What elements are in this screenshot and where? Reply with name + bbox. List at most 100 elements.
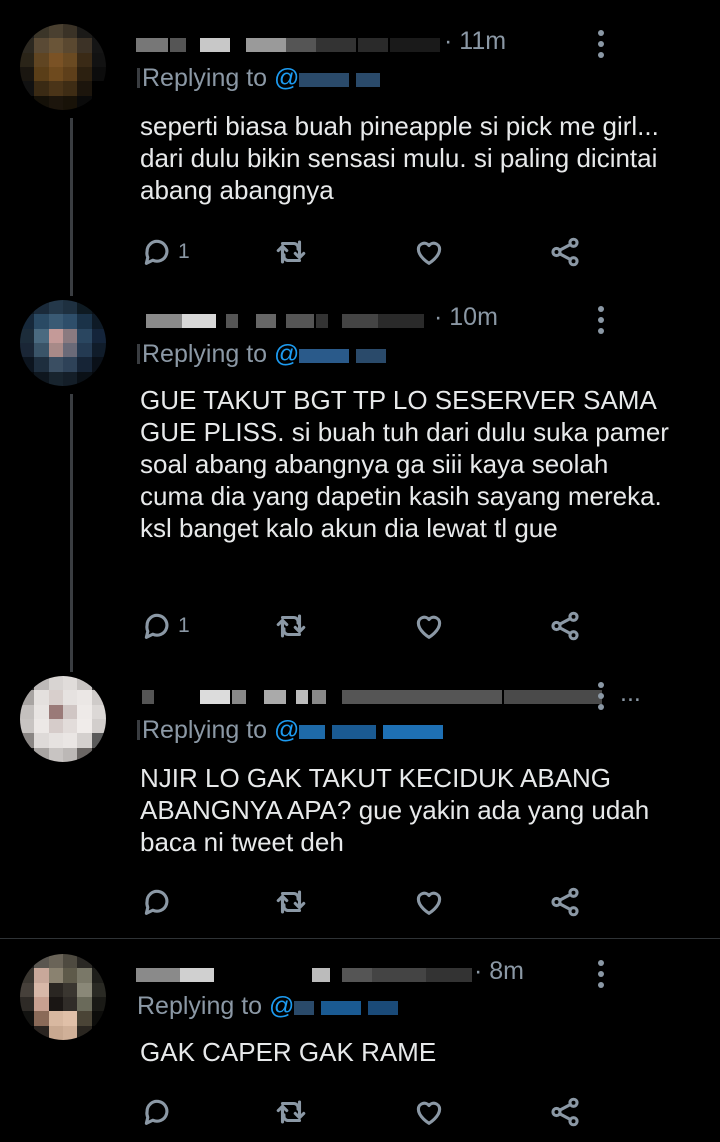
avatar-pixel bbox=[34, 314, 49, 329]
thread-line bbox=[137, 344, 140, 364]
censored-mention bbox=[332, 725, 377, 739]
censored-username bbox=[180, 968, 214, 982]
avatar-pixel bbox=[62, 1011, 78, 1026]
mention-link[interactable]: @ bbox=[274, 716, 444, 744]
more-icon[interactable] bbox=[586, 960, 616, 996]
reply-icon bbox=[144, 889, 169, 915]
avatar-pixel bbox=[77, 52, 92, 67]
avatar-pixel bbox=[62, 300, 78, 315]
avatar-pixel bbox=[62, 52, 78, 67]
avatar-pixel bbox=[91, 733, 106, 748]
mention-link[interactable]: @ bbox=[269, 992, 399, 1020]
avatar-pixel bbox=[20, 968, 35, 983]
timestamp[interactable]: · 11m bbox=[444, 27, 506, 56]
tweet-1[interactable]: · 11m Replying to @ seperti biasa buah p… bbox=[0, 24, 720, 294]
avatar-pixel bbox=[77, 718, 92, 734]
timestamp[interactable]: · 8m bbox=[474, 957, 524, 986]
censored-mention bbox=[299, 349, 350, 363]
avatar-pixel bbox=[77, 371, 92, 386]
replying-to: Replying to @ bbox=[137, 340, 387, 369]
avatar[interactable] bbox=[20, 676, 106, 762]
avatar-pixel bbox=[62, 342, 78, 358]
avatar-pixel bbox=[62, 954, 78, 969]
avatar-pixel bbox=[91, 81, 106, 96]
tweet-2[interactable]: · 10m Replying to @ GUE TAKUT BGT TP LO … bbox=[0, 270, 720, 670]
more-icon[interactable] bbox=[586, 306, 616, 342]
tweet-3[interactable]: ... Replying to @ NJIR LO GAK TAKUT KECI… bbox=[0, 646, 720, 926]
avatar-pixel bbox=[77, 704, 92, 719]
avatar-pixel bbox=[20, 676, 35, 691]
avatar-pixel bbox=[62, 718, 78, 734]
retweet-button[interactable] bbox=[274, 606, 308, 646]
retweet-button[interactable] bbox=[274, 232, 308, 272]
mention-link[interactable]: @ bbox=[274, 64, 381, 92]
retweet-button[interactable] bbox=[274, 882, 308, 922]
avatar-pixel bbox=[91, 1025, 106, 1040]
thread-line bbox=[137, 68, 140, 88]
avatar-pixel bbox=[91, 95, 106, 110]
replying-to: Replying to @ bbox=[137, 992, 399, 1021]
like-icon bbox=[416, 1101, 442, 1125]
avatar-pixel bbox=[62, 38, 78, 53]
avatar-pixel bbox=[91, 66, 106, 82]
retweet-icon bbox=[276, 240, 306, 264]
reply-button[interactable]: 1 bbox=[140, 606, 190, 646]
retweet-button[interactable] bbox=[274, 1092, 308, 1132]
like-button[interactable] bbox=[412, 606, 446, 646]
more-icon[interactable] bbox=[586, 30, 616, 66]
thread-line bbox=[70, 118, 73, 294]
reply-button[interactable]: 1 bbox=[140, 232, 190, 272]
more-icon[interactable] bbox=[586, 682, 616, 718]
avatar-pixel bbox=[77, 733, 92, 748]
censored-mention bbox=[294, 1001, 315, 1015]
share-button[interactable] bbox=[548, 1092, 582, 1132]
replying-to-label: Replying to bbox=[142, 64, 268, 92]
avatar-pixel bbox=[62, 982, 78, 997]
avatar-pixel bbox=[62, 314, 78, 329]
avatar-pixel bbox=[62, 66, 78, 82]
share-button[interactable] bbox=[548, 606, 582, 646]
avatar-pixel bbox=[20, 733, 35, 748]
share-button[interactable] bbox=[548, 882, 582, 922]
avatar-pixel bbox=[91, 1011, 106, 1026]
censored-handle bbox=[316, 38, 356, 52]
avatar-pixel bbox=[62, 676, 78, 691]
censored-username bbox=[200, 38, 230, 52]
like-button[interactable] bbox=[412, 882, 446, 922]
avatar-pixel bbox=[20, 747, 35, 762]
avatar-pixel bbox=[34, 747, 49, 762]
avatar[interactable] bbox=[20, 954, 106, 1040]
mention-link[interactable]: @ bbox=[274, 340, 387, 368]
avatar-pixel bbox=[20, 314, 35, 329]
censored-mention bbox=[299, 725, 326, 739]
avatar-pixel bbox=[34, 66, 49, 82]
avatar-pixel bbox=[34, 982, 49, 997]
avatar-pixel bbox=[20, 38, 35, 53]
avatar-pixel bbox=[48, 371, 63, 386]
censored-mention bbox=[356, 349, 387, 363]
avatar-pixel bbox=[91, 968, 106, 983]
thread-line bbox=[70, 646, 73, 672]
reply-button[interactable] bbox=[140, 882, 178, 922]
censored-username bbox=[296, 690, 308, 704]
avatar-pixel bbox=[34, 371, 49, 386]
avatar[interactable] bbox=[20, 24, 106, 110]
censored-username bbox=[200, 690, 230, 704]
like-icon bbox=[416, 615, 442, 639]
timestamp[interactable]: · 10m bbox=[434, 303, 498, 332]
share-button[interactable] bbox=[548, 232, 582, 272]
reply-button[interactable] bbox=[140, 1092, 178, 1132]
avatar-pixel bbox=[91, 357, 106, 372]
mention-at: @ bbox=[274, 340, 300, 368]
like-button[interactable] bbox=[412, 232, 446, 272]
censored-handle bbox=[342, 314, 378, 328]
timestamp[interactable]: ... bbox=[620, 679, 641, 708]
avatar-pixel bbox=[91, 52, 106, 67]
censored-handle bbox=[372, 968, 426, 982]
avatar-pixel bbox=[62, 996, 78, 1012]
avatar-pixel bbox=[48, 676, 63, 691]
like-button[interactable] bbox=[412, 1092, 446, 1132]
avatar[interactable] bbox=[20, 300, 106, 386]
tweet-4[interactable]: · 8m Replying to @ GAK CAPER GAK RAME bbox=[0, 954, 720, 1134]
like-icon bbox=[416, 891, 442, 915]
